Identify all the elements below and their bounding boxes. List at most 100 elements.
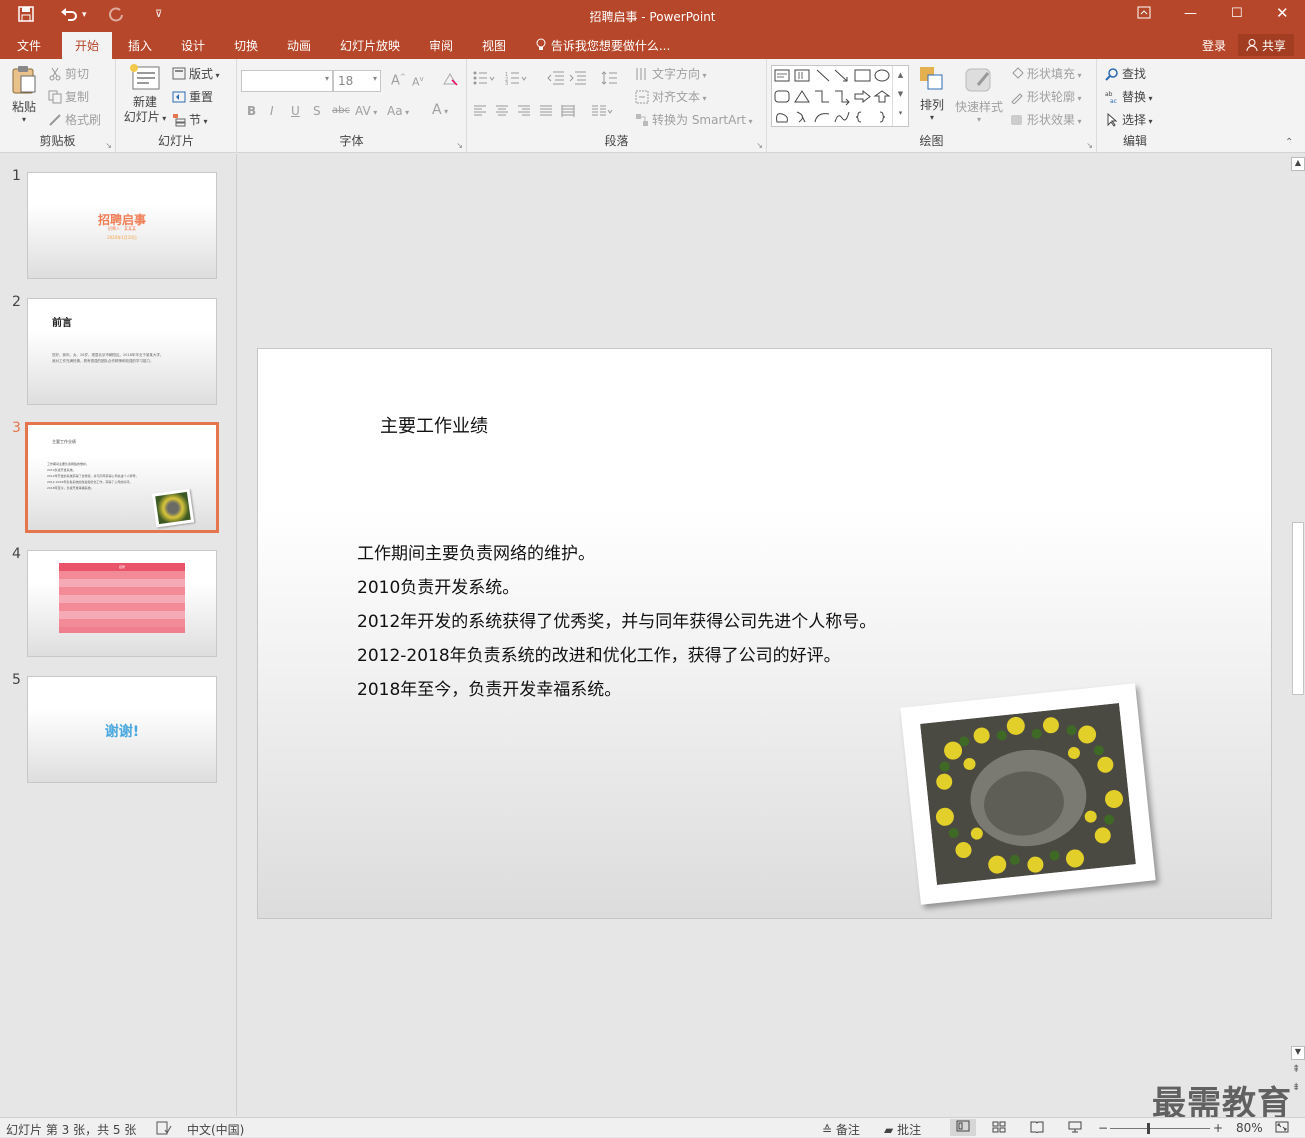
slide-thumbnail-1[interactable]: 招聘启事 招聘人：某某某 2020年1月10日 — [27, 172, 217, 279]
paragraph-launcher-icon[interactable]: ↘ — [756, 141, 763, 150]
format-painter-button[interactable]: 格式刷 — [48, 111, 101, 128]
shapes-gallery[interactable]: ▲ ▼ ▾ — [771, 65, 909, 127]
shadow-button[interactable]: S — [313, 104, 321, 118]
drawing-launcher-icon[interactable]: ↘ — [1086, 141, 1093, 150]
flower-photo[interactable] — [900, 683, 1156, 905]
login-link[interactable]: 登录 — [1202, 37, 1226, 54]
find-button[interactable]: 查找 — [1105, 65, 1146, 82]
slide-canvas[interactable]: 主要工作业绩 工作期间主要负责网络的维护。 2010负责开发系统。 2012年开… — [257, 348, 1272, 919]
clear-formatting-icon[interactable] — [442, 72, 458, 89]
shape-effects-button[interactable]: 形状效果 ▾ — [1010, 111, 1082, 128]
slide-body[interactable]: 工作期间主要负责网络的维护。 2010负责开发系统。 2012年开发的系统获得了… — [357, 537, 876, 707]
notes-icon: ≙ — [822, 1123, 833, 1137]
slide-thumbnail-2[interactable]: 前言 您好，我叫、女、26岁、现居北京市朝阳区。2018年毕业于某某大学。 我对… — [27, 298, 217, 405]
new-slide-button[interactable]: 新建 幻灯片 ▾ — [120, 63, 170, 126]
font-size-combo[interactable]: 18 ▾ — [333, 70, 381, 92]
align-text-button[interactable]: 对齐文本 ▾ — [635, 88, 707, 105]
scroll-down-icon[interactable]: ▼ — [1291, 1046, 1305, 1060]
bullets-icon[interactable] — [473, 71, 495, 88]
comments-button[interactable]: ▰ 批注 — [884, 1121, 921, 1138]
tab-design[interactable]: 设计 — [181, 37, 205, 54]
slide-thumbnail-pane: 1 招聘启事 招聘人：某某某 2020年1月10日 2 前言 您好，我叫、女、2… — [0, 154, 237, 1116]
maximize-icon[interactable]: ☐ — [1231, 6, 1243, 21]
font-color-button[interactable]: A ▾ — [432, 102, 448, 118]
text-direction-button[interactable]: 文字方向 ▾ — [635, 65, 707, 82]
clipboard-launcher-icon[interactable]: ↘ — [105, 141, 112, 150]
section-button[interactable]: 节 ▾ — [172, 111, 208, 128]
spell-check-icon[interactable] — [156, 1121, 172, 1138]
character-spacing-button[interactable]: AV ▾ — [355, 104, 377, 118]
paste-button[interactable]: 粘贴 ▾ — [6, 65, 42, 124]
ribbon-display-options-icon[interactable] — [1137, 6, 1151, 24]
align-left-icon[interactable] — [473, 105, 487, 120]
reading-view-icon[interactable] — [1030, 1121, 1044, 1136]
share-button[interactable]: 共享 — [1238, 34, 1294, 56]
normal-view-icon[interactable] — [950, 1119, 976, 1136]
fit-to-window-icon[interactable] — [1275, 1121, 1289, 1136]
arrange-button[interactable]: 排列 ▾ — [915, 65, 949, 122]
paragraph-group: 123 文字方向 ▾ 对齐文本 ▾ 转换为 SmartArt ▾ 段落 ↘ — [467, 59, 767, 153]
zoom-out-icon[interactable]: − — [1098, 1121, 1108, 1135]
zoom-slider-thumb[interactable] — [1147, 1123, 1150, 1134]
copy-button[interactable]: 复制 — [48, 88, 89, 105]
reset-button[interactable]: 重置 — [172, 88, 213, 105]
language-indicator[interactable]: 中文(中国) — [187, 1121, 244, 1138]
zoom-in-icon[interactable]: + — [1213, 1121, 1223, 1135]
distributed-icon[interactable] — [561, 105, 575, 120]
underline-button[interactable]: U — [291, 104, 300, 118]
quick-styles-button[interactable]: 快速样式 ▾ — [953, 65, 1005, 124]
zoom-slider[interactable] — [1110, 1128, 1210, 1129]
slide-thumbnail-3[interactable]: 主要工作业绩 工作期间主要负责网络的维护。 2010负责开发系统。 2012年开… — [25, 422, 219, 533]
decrease-indent-icon[interactable] — [547, 71, 565, 88]
slide-sorter-icon[interactable] — [992, 1121, 1006, 1136]
line-spacing-icon[interactable] — [601, 71, 623, 88]
collapse-ribbon-icon[interactable]: ⌃ — [1285, 137, 1293, 148]
convert-smartart-button[interactable]: 转换为 SmartArt ▾ — [635, 111, 753, 128]
shape-outline-button[interactable]: 形状轮廓 ▾ — [1010, 88, 1082, 105]
bold-button[interactable]: B — [247, 104, 256, 118]
minimize-icon[interactable]: — — [1184, 6, 1197, 21]
scroll-thumb[interactable] — [1292, 522, 1304, 695]
align-text-icon — [635, 90, 649, 104]
change-case-button[interactable]: Aa ▾ — [387, 104, 409, 118]
tab-transitions[interactable]: 切换 — [234, 37, 258, 54]
tab-review[interactable]: 审阅 — [429, 37, 453, 54]
font-name-combo[interactable]: ▾ — [241, 70, 333, 92]
slideshow-icon[interactable] — [1068, 1121, 1082, 1136]
close-icon[interactable]: ✕ — [1276, 4, 1289, 22]
shape-fill-button[interactable]: 形状填充 ▾ — [1010, 65, 1082, 82]
tab-view[interactable]: 视图 — [482, 37, 506, 54]
tab-home[interactable]: 开始 — [62, 32, 113, 59]
slide-thumbnail-5[interactable]: 谢谢! — [27, 676, 217, 783]
font-launcher-icon[interactable]: ↘ — [456, 141, 463, 150]
italic-button[interactable]: I — [270, 104, 274, 118]
cut-button[interactable]: 剪切 — [48, 65, 89, 82]
vertical-scrollbar[interactable]: ▲ ▼ — [1291, 157, 1305, 1060]
slide-title[interactable]: 主要工作业绩 — [380, 412, 488, 438]
columns-icon[interactable] — [591, 105, 613, 120]
gallery-scroll-icon[interactable]: ▲ ▼ ▾ — [892, 66, 908, 126]
select-button[interactable]: 选择 ▾ — [1105, 111, 1153, 128]
zoom-level[interactable]: 80% — [1236, 1121, 1263, 1135]
tab-animations[interactable]: 动画 — [287, 37, 311, 54]
tab-file[interactable]: 文件 — [17, 37, 41, 54]
tab-insert[interactable]: 插入 — [128, 37, 152, 54]
thumb-number: 4 — [12, 546, 21, 562]
previous-slide-icon[interactable]: ⇞ — [1292, 1064, 1300, 1075]
tell-me-search[interactable]: 告诉我您想要做什么... — [535, 37, 670, 54]
align-center-icon[interactable] — [495, 105, 509, 120]
notes-button[interactable]: ≙ 备注 — [822, 1121, 860, 1138]
shrink-font-button[interactable]: Av — [412, 75, 424, 89]
layout-button[interactable]: 版式 ▾ — [172, 65, 220, 82]
numbering-icon[interactable]: 123 — [505, 71, 527, 88]
align-right-icon[interactable] — [517, 105, 531, 120]
grow-font-button[interactable]: A^ — [391, 73, 406, 88]
scroll-up-icon[interactable]: ▲ — [1291, 157, 1305, 171]
replace-button[interactable]: ab ac 替换 ▾ — [1105, 88, 1153, 105]
justify-icon[interactable] — [539, 105, 553, 120]
tab-slideshow[interactable]: 幻灯片放映 — [340, 37, 400, 54]
next-slide-icon[interactable]: ⇟ — [1292, 1082, 1300, 1093]
slide-thumbnail-4[interactable]: 招聘 — [27, 550, 217, 657]
increase-indent-icon[interactable] — [569, 71, 587, 88]
strikethrough-button[interactable]: abc — [332, 105, 350, 116]
